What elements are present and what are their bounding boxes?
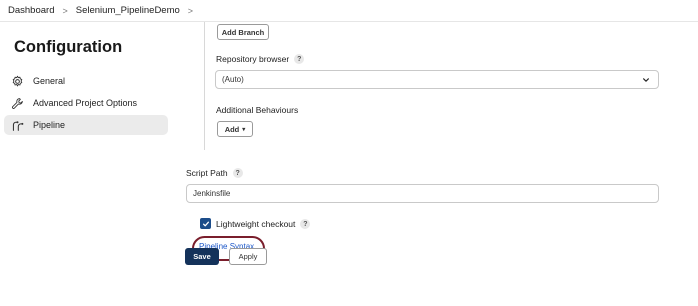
caret-down-icon: ▾: [242, 126, 246, 133]
pipeline-icon: [10, 118, 24, 132]
lightweight-checkout-checkbox[interactable]: [200, 218, 211, 229]
help-icon[interactable]: ?: [232, 168, 243, 178]
repository-browser-label-text: Repository browser: [216, 54, 290, 64]
script-path-label: Script Path ?: [186, 168, 243, 178]
apply-button[interactable]: Apply: [229, 248, 267, 265]
breadcrumb-project[interactable]: Selenium_PipelineDemo: [76, 5, 180, 16]
additional-behaviours-label: Additional Behaviours: [216, 105, 299, 115]
add-behaviour-label: Add: [224, 124, 240, 134]
section-divider: [204, 22, 205, 150]
wrench-icon: [10, 96, 24, 110]
help-icon[interactable]: ?: [294, 54, 305, 64]
repository-browser-select[interactable]: (Auto): [215, 70, 659, 89]
page-title: Configuration: [14, 38, 123, 56]
chevron-down-icon: [642, 76, 650, 86]
sidebar-item-advanced-project-options[interactable]: Advanced Project Options: [4, 93, 168, 113]
save-button[interactable]: Save: [185, 248, 219, 265]
sidebar-nav: General Advanced Project Options Pipelin…: [4, 71, 168, 137]
breadcrumb-separator[interactable]: >: [188, 6, 193, 16]
sidebar-item-pipeline[interactable]: Pipeline: [4, 115, 168, 135]
checkmark-icon: [202, 221, 209, 226]
help-icon[interactable]: ?: [300, 219, 311, 229]
lightweight-checkout-label: Lightweight checkout ?: [216, 219, 311, 229]
add-branch-button[interactable]: Add Branch: [217, 24, 269, 40]
add-behaviour-button[interactable]: Add ▾: [217, 121, 253, 137]
sidebar-item-general[interactable]: General: [4, 71, 168, 91]
script-path-label-text: Script Path: [186, 168, 228, 178]
sidebar-item-label: General: [33, 76, 66, 86]
lightweight-checkout-label-text: Lightweight checkout: [216, 219, 296, 229]
sidebar-item-label: Advanced Project Options: [33, 98, 138, 108]
sidebar-item-label: Pipeline: [33, 120, 66, 130]
gear-icon: [10, 74, 24, 88]
repository-browser-value: (Auto): [222, 75, 244, 84]
repository-browser-label: Repository browser ?: [216, 54, 305, 64]
script-path-input[interactable]: Jenkinsfile: [186, 184, 659, 203]
breadcrumb: Dashboard > Selenium_PipelineDemo >: [0, 0, 698, 22]
breadcrumb-dashboard[interactable]: Dashboard: [8, 5, 54, 16]
breadcrumb-separator: >: [62, 5, 68, 16]
